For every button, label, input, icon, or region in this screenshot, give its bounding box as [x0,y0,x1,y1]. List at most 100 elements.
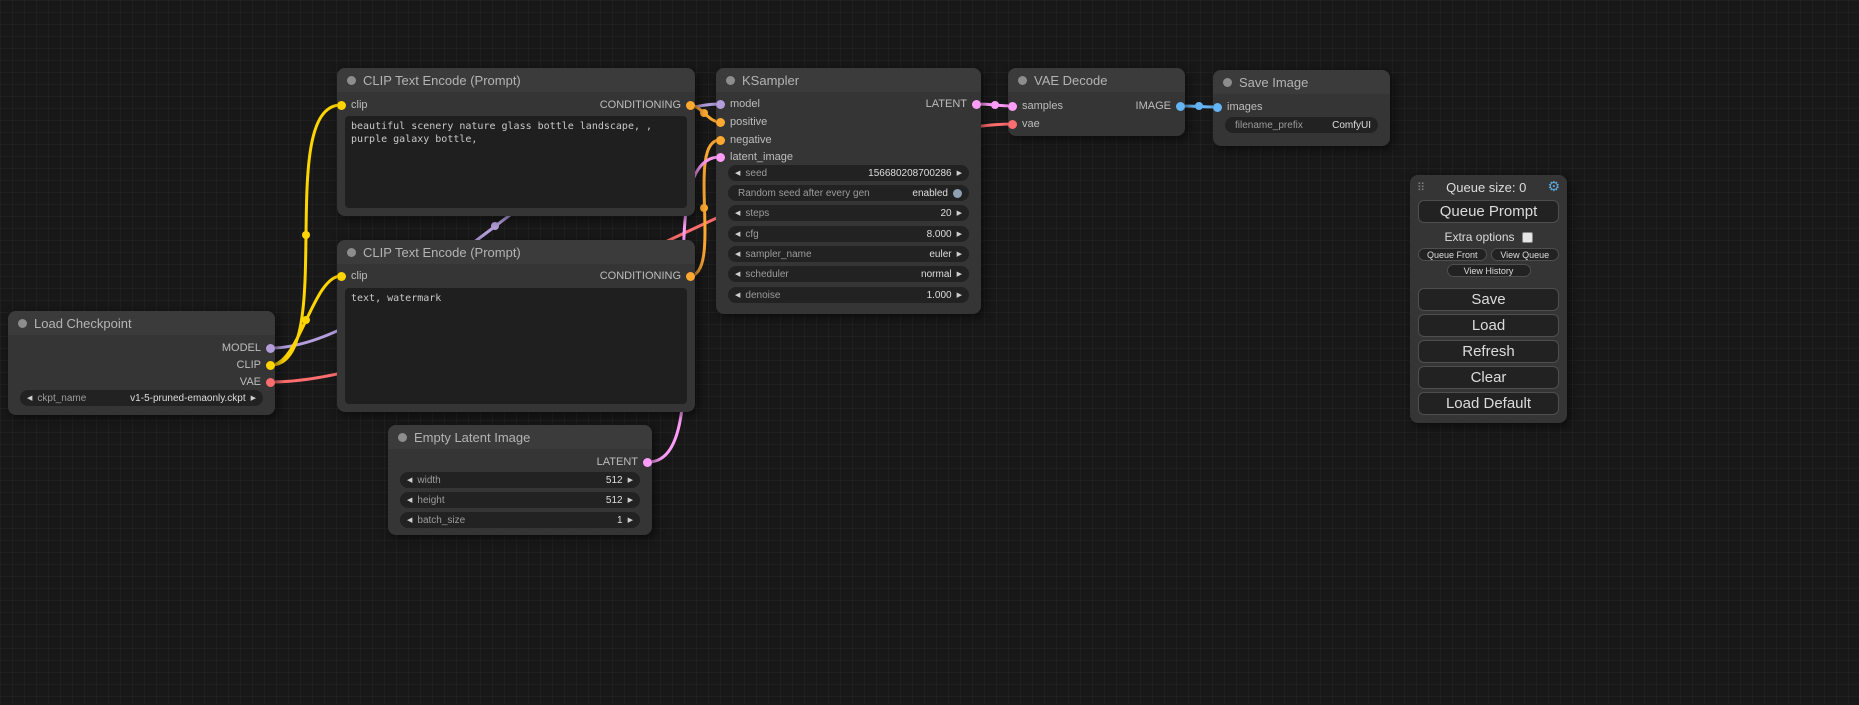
widget-right-arrow-icon[interactable]: ▶ [628,472,633,488]
widget-width[interactable]: ◀ width 512 ▶ [400,472,640,488]
input-slot-vae[interactable]: vae [1008,117,1040,131]
input-dot-latent-image[interactable] [716,153,725,162]
extra-options-checkbox[interactable] [1522,232,1533,243]
output-dot-model[interactable] [266,344,275,353]
queue-prompt-button[interactable]: Queue Prompt [1418,200,1559,223]
widget-steps[interactable]: ◀ steps 20 ▶ [728,205,969,221]
widget-left-arrow-icon[interactable]: ◀ [27,390,32,406]
node-ksampler[interactable]: KSampler model positive negative latent_… [716,68,981,314]
widget-left-arrow-icon[interactable]: ◀ [735,226,740,242]
output-slot-conditioning[interactable]: CONDITIONING [600,269,695,283]
view-queue-button[interactable]: View Queue [1491,248,1560,261]
output-slot-conditioning[interactable]: CONDITIONING [600,98,695,112]
prompt-textarea[interactable]: beautiful scenery nature glass bottle la… [345,116,687,208]
collapse-dot-icon[interactable] [1018,76,1027,85]
output-dot-conditioning[interactable] [686,272,695,281]
collapse-dot-icon[interactable] [398,433,407,442]
widget-value[interactable]: 512 [446,475,623,486]
widget-random-seed-toggle[interactable]: Random seed after every gen enabled [728,185,969,201]
widget-right-arrow-icon[interactable]: ▶ [628,492,633,508]
collapse-dot-icon[interactable] [726,76,735,85]
node-title-bar[interactable]: Empty Latent Image [388,425,652,449]
widget-filename-prefix[interactable]: filename_prefix ComfyUI [1225,117,1378,133]
widget-scheduler[interactable]: ◀ scheduler normal ▶ [728,266,969,282]
collapse-dot-icon[interactable] [347,248,356,257]
node-clip-text-encode-negative[interactable]: CLIP Text Encode (Prompt) clip CONDITION… [337,240,695,412]
input-dot-clip[interactable] [337,101,346,110]
widget-right-arrow-icon[interactable]: ▶ [628,512,633,528]
widget-left-arrow-icon[interactable]: ◀ [407,512,412,528]
node-title-bar[interactable]: Save Image [1213,70,1390,94]
output-dot-clip[interactable] [266,361,275,370]
widget-value[interactable]: 20 [774,208,951,219]
view-history-button[interactable]: View History [1447,264,1531,277]
widget-right-arrow-icon[interactable]: ▶ [957,226,962,242]
widget-left-arrow-icon[interactable]: ◀ [735,246,740,262]
widget-ckpt-name[interactable]: ◀ ckpt_name v1-5-pruned-emaonly.ckpt ▶ [20,390,263,406]
output-dot-image[interactable] [1176,102,1185,111]
widget-value[interactable]: 1 [470,515,622,526]
input-dot-positive[interactable] [716,118,725,127]
node-title-bar[interactable]: VAE Decode [1008,68,1185,92]
widget-seed[interactable]: ◀ seed 156680208700286 ▶ [728,165,969,181]
widget-left-arrow-icon[interactable]: ◀ [407,492,412,508]
widget-sampler-name[interactable]: ◀ sampler_name euler ▶ [728,246,969,262]
node-title-bar[interactable]: CLIP Text Encode (Prompt) [337,240,695,264]
widget-right-arrow-icon[interactable]: ▶ [957,287,962,303]
node-save-image[interactable]: Save Image images filename_prefix ComfyU… [1213,70,1390,146]
output-dot-latent[interactable] [972,100,981,109]
widget-height[interactable]: ◀ height 512 ▶ [400,492,640,508]
widget-cfg[interactable]: ◀ cfg 8.000 ▶ [728,226,969,242]
save-button[interactable]: Save [1418,288,1559,311]
node-load-checkpoint[interactable]: Load Checkpoint MODEL CLIP VAE ◀ ckpt_na… [8,311,275,415]
widget-batch-size[interactable]: ◀ batch_size 1 ▶ [400,512,640,528]
node-vae-decode[interactable]: VAE Decode samples vae IMAGE [1008,68,1185,136]
widget-value[interactable]: 8.000 [764,229,952,240]
input-slot-latent-image[interactable]: latent_image [716,150,793,164]
clear-button[interactable]: Clear [1418,366,1559,389]
widget-denoise[interactable]: ◀ denoise 1.000 ▶ [728,287,969,303]
collapse-dot-icon[interactable] [18,319,27,328]
widget-value[interactable]: normal [794,269,952,280]
input-slot-images[interactable]: images [1213,100,1262,114]
input-slot-positive[interactable]: positive [716,115,767,129]
toggle-dot-icon[interactable] [953,189,962,198]
widget-left-arrow-icon[interactable]: ◀ [735,266,740,282]
node-empty-latent-image[interactable]: Empty Latent Image LATENT ◀ width 512 ▶ … [388,425,652,535]
load-button[interactable]: Load [1418,314,1559,337]
collapse-dot-icon[interactable] [1223,78,1232,87]
widget-right-arrow-icon[interactable]: ▶ [957,165,962,181]
widget-value[interactable]: enabled [875,188,948,199]
settings-gear-icon[interactable]: ⚙ [1547,179,1560,195]
output-slot-clip[interactable]: CLIP [237,358,275,372]
output-slot-vae[interactable]: VAE [240,375,275,389]
widget-right-arrow-icon[interactable]: ▶ [957,266,962,282]
widget-left-arrow-icon[interactable]: ◀ [407,472,412,488]
widget-value[interactable]: 512 [450,495,623,506]
node-title-bar[interactable]: KSampler [716,68,981,92]
node-title-bar[interactable]: Load Checkpoint [8,311,275,335]
input-dot-images[interactable] [1213,103,1222,112]
widget-value[interactable]: ComfyUI [1308,120,1371,131]
output-dot-vae[interactable] [266,378,275,387]
node-title-bar[interactable]: CLIP Text Encode (Prompt) [337,68,695,92]
widget-value[interactable]: euler [817,249,952,260]
output-slot-image[interactable]: IMAGE [1136,99,1185,113]
load-default-button[interactable]: Load Default [1418,392,1559,415]
refresh-button[interactable]: Refresh [1418,340,1559,363]
collapse-dot-icon[interactable] [347,76,356,85]
widget-value[interactable]: v1-5-pruned-emaonly.ckpt [91,393,245,404]
widget-right-arrow-icon[interactable]: ▶ [957,246,962,262]
widget-left-arrow-icon[interactable]: ◀ [735,165,740,181]
widget-right-arrow-icon[interactable]: ▶ [957,205,962,221]
node-clip-text-encode-positive[interactable]: CLIP Text Encode (Prompt) clip CONDITION… [337,68,695,216]
input-slot-model[interactable]: model [716,97,760,111]
input-dot-negative[interactable] [716,136,725,145]
widget-left-arrow-icon[interactable]: ◀ [735,205,740,221]
input-dot-clip[interactable] [337,272,346,281]
widget-right-arrow-icon[interactable]: ▶ [251,390,256,406]
input-dot-model[interactable] [716,100,725,109]
widget-value[interactable]: 156680208700286 [772,168,952,179]
output-dot-conditioning[interactable] [686,101,695,110]
output-dot-latent[interactable] [643,458,652,467]
